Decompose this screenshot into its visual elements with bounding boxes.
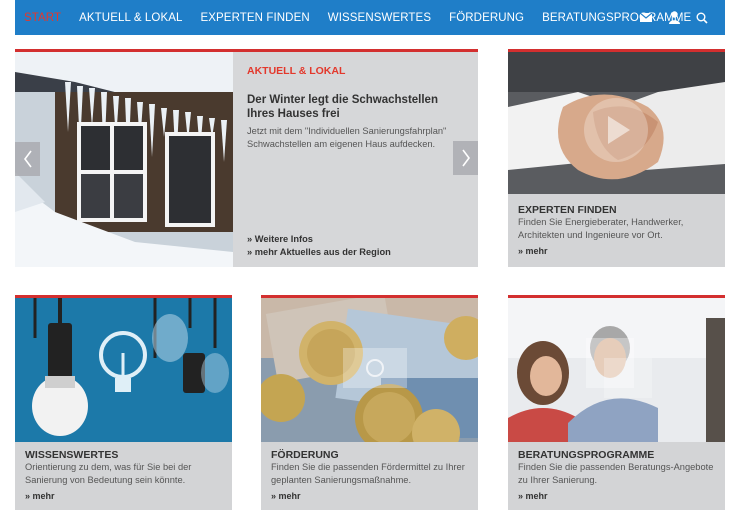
top-navigation: START AKTUELL & LOKAL EXPERTEN FINDEN WI…: [15, 0, 725, 35]
hero-image-winter-house: [15, 52, 233, 267]
nav-item-experten-finden[interactable]: EXPERTEN FINDEN: [200, 12, 309, 24]
card-caption: WISSENSWERTES Orientierung zu dem, was f…: [25, 449, 224, 501]
hero-description: Jetzt mit dem "Individuellen Sanierungsf…: [247, 126, 447, 149]
nav-item-aktuell-lokal[interactable]: AKTUELL & LOKAL: [79, 12, 182, 24]
card-title: EXPERTEN FINDEN: [518, 204, 617, 216]
money-image: [261, 298, 478, 442]
card-title: WISSENSWERTES: [25, 449, 119, 461]
card-title: FÖRDERUNG: [271, 449, 339, 461]
hero-text-block: AKTUELL & LOKAL Der Winter legt die Schw…: [247, 65, 462, 151]
nav-icon-group: [639, 0, 709, 35]
card-caption: BERATUNGSPROGRAMME Finden Sie die passen…: [518, 449, 717, 501]
card-description: Orientierung zu dem, was für Sie bei der…: [25, 462, 192, 485]
nav-item-start[interactable]: START: [24, 12, 61, 24]
more-link[interactable]: » mehr: [518, 246, 717, 256]
lightbulbs-image: [15, 298, 232, 442]
nav-item-wissenswertes[interactable]: WISSENSWERTES: [328, 12, 431, 24]
card-description: Finden Sie Energieberater, Handwerker, A…: [518, 217, 684, 240]
card-foerderung[interactable]: FÖRDERUNG Finden Sie die passenden Förde…: [261, 295, 478, 510]
mail-icon[interactable]: [639, 11, 653, 25]
search-icon[interactable]: [695, 11, 709, 25]
card-title: BERATUNGSPROGRAMME: [518, 449, 655, 461]
chevron-left-icon: [23, 150, 32, 168]
hero-title[interactable]: Der Winter legt die Schwachstellen Ihres…: [247, 93, 462, 121]
card-wissenswertes[interactable]: WISSENSWERTES Orientierung zu dem, was f…: [15, 295, 232, 510]
user-icon[interactable]: [667, 11, 681, 25]
card-caption: EXPERTEN FINDEN Finden Sie Energieberate…: [518, 204, 717, 256]
hero-category: AKTUELL & LOKAL: [247, 65, 346, 77]
nav-item-foerderung[interactable]: FÖRDERUNG: [449, 12, 524, 24]
hero-links: » Weitere Infos » mehr Aktuelles aus der…: [247, 233, 391, 259]
card-experten-finden[interactable]: EXPERTEN FINDEN Finden Sie Energieberate…: [508, 49, 725, 267]
slider-prev-button[interactable]: [15, 142, 40, 176]
more-link[interactable]: » mehr: [518, 491, 717, 501]
weitere-infos-link[interactable]: » Weitere Infos: [247, 233, 391, 246]
card-description: Finden Sie die passenden Beratungs-Angeb…: [518, 462, 714, 485]
card-caption: FÖRDERUNG Finden Sie die passenden Förde…: [271, 449, 470, 501]
chevron-right-icon: [461, 149, 470, 167]
consultation-image: [508, 298, 725, 442]
card-description: Finden Sie die passenden Fördermittel zu…: [271, 462, 465, 485]
card-beratungsprogramme[interactable]: BERATUNGSPROGRAMME Finden Sie die passen…: [508, 295, 725, 510]
more-link[interactable]: » mehr: [271, 491, 470, 501]
mehr-aktuelles-link[interactable]: » mehr Aktuelles aus der Region: [247, 246, 391, 259]
handshake-image: [508, 52, 725, 194]
hero-slider: AKTUELL & LOKAL Der Winter legt die Schw…: [15, 49, 478, 267]
more-link[interactable]: » mehr: [25, 491, 224, 501]
